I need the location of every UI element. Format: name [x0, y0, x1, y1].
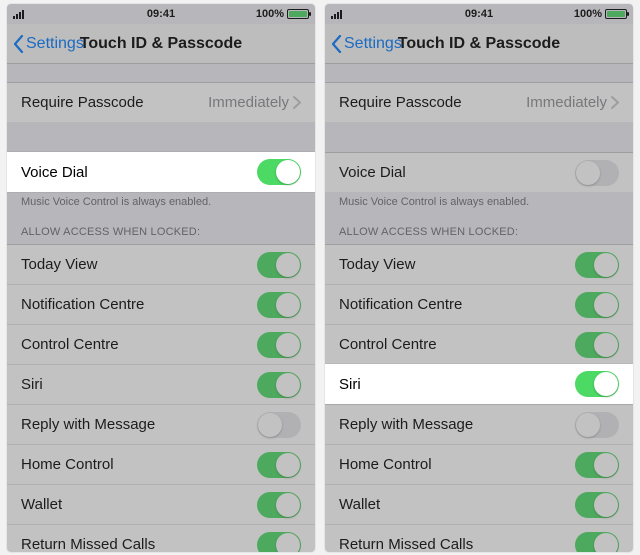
return-missed-calls-toggle[interactable] [575, 532, 619, 553]
voice-dial-toggle[interactable] [575, 160, 619, 186]
battery-icon [605, 9, 627, 19]
notification-centre-row[interactable]: Notification Centre [325, 284, 633, 324]
status-time: 09:41 [401, 8, 557, 20]
require-passcode-row[interactable]: Require Passcode Immediately [325, 82, 633, 122]
signal-icon [13, 10, 24, 19]
voice-dial-note: Music Voice Control is always enabled. [325, 192, 633, 208]
reply-with-message-label: Reply with Message [339, 416, 473, 433]
home-control-toggle[interactable] [257, 452, 301, 478]
signal-icon [331, 10, 342, 19]
home-control-row[interactable]: Home Control [325, 444, 633, 484]
control-centre-row[interactable]: Control Centre [7, 324, 315, 364]
home-control-label: Home Control [339, 456, 432, 473]
control-centre-label: Control Centre [21, 336, 119, 353]
home-control-label: Home Control [21, 456, 114, 473]
require-passcode-row[interactable]: Require Passcode Immediately [7, 82, 315, 122]
today-view-label: Today View [21, 256, 97, 273]
return-missed-calls-row[interactable]: Return Missed Calls [7, 524, 315, 552]
back-label: Settings [344, 35, 402, 53]
reply-with-message-toggle[interactable] [575, 412, 619, 438]
today-view-label: Today View [339, 256, 415, 273]
notification-centre-label: Notification Centre [21, 296, 144, 313]
back-button[interactable]: Settings [13, 35, 84, 53]
home-control-toggle[interactable] [575, 452, 619, 478]
require-passcode-label: Require Passcode [21, 94, 144, 111]
require-passcode-value: Immediately [526, 94, 607, 111]
today-view-toggle[interactable] [257, 252, 301, 278]
battery-pct: 100% [256, 8, 284, 20]
wallet-label: Wallet [339, 496, 380, 513]
notification-centre-row[interactable]: Notification Centre [7, 284, 315, 324]
highlight-label: Voice Dial [21, 164, 88, 181]
highlight-label: Siri [339, 376, 361, 393]
chevron-right-icon [293, 96, 301, 109]
battery-icon [287, 9, 309, 19]
require-passcode-label: Require Passcode [339, 94, 462, 111]
notification-centre-toggle[interactable] [575, 292, 619, 318]
highlight-row[interactable]: Siri [325, 364, 633, 404]
return-missed-calls-row[interactable]: Return Missed Calls [325, 524, 633, 552]
nav-bar: Settings Touch ID & Passcode [7, 24, 315, 64]
notification-centre-toggle[interactable] [257, 292, 301, 318]
chevron-right-icon [611, 96, 619, 109]
home-control-row[interactable]: Home Control [7, 444, 315, 484]
notification-centre-label: Notification Centre [339, 296, 462, 313]
highlight-toggle[interactable] [575, 371, 619, 397]
wallet-toggle[interactable] [257, 492, 301, 518]
today-view-row[interactable]: Today View [7, 244, 315, 284]
siri-label: Siri [21, 376, 43, 393]
reply-with-message-row[interactable]: Reply with Message [325, 404, 633, 444]
control-centre-toggle[interactable] [257, 332, 301, 358]
back-button[interactable]: Settings [331, 35, 402, 53]
control-centre-toggle[interactable] [575, 332, 619, 358]
reply-with-message-toggle[interactable] [257, 412, 301, 438]
highlight-row[interactable]: Voice Dial [7, 152, 315, 192]
require-passcode-value: Immediately [208, 94, 289, 111]
right-screenshot: 09:41 100% Settings Touch ID & Passcode … [325, 4, 633, 552]
chevron-left-icon [13, 35, 24, 53]
reply-with-message-row[interactable]: Reply with Message [7, 404, 315, 444]
voice-dial-row[interactable]: Voice Dial [325, 152, 633, 192]
voice-dial-note: Music Voice Control is always enabled. [7, 192, 315, 208]
chevron-left-icon [331, 35, 342, 53]
control-centre-row[interactable]: Control Centre [325, 324, 633, 364]
status-time: 09:41 [83, 8, 239, 20]
battery-pct: 100% [574, 8, 602, 20]
status-bar: 09:41 100% [7, 4, 315, 24]
wallet-row[interactable]: Wallet [7, 484, 315, 524]
wallet-row[interactable]: Wallet [325, 484, 633, 524]
siri-toggle[interactable] [257, 372, 301, 398]
nav-bar: Settings Touch ID & Passcode [325, 24, 633, 64]
siri-row[interactable]: Siri [7, 364, 315, 404]
back-label: Settings [26, 35, 84, 53]
section-header: ALLOW ACCESS WHEN LOCKED: [325, 208, 633, 244]
left-screenshot: 09:41 100% Settings Touch ID & Passcode … [7, 4, 315, 552]
today-view-row[interactable]: Today View [325, 244, 633, 284]
section-header: ALLOW ACCESS WHEN LOCKED: [7, 208, 315, 244]
highlight-toggle[interactable] [257, 159, 301, 185]
wallet-toggle[interactable] [575, 492, 619, 518]
return-missed-calls-label: Return Missed Calls [339, 536, 473, 552]
status-bar: 09:41 100% [325, 4, 633, 24]
reply-with-message-label: Reply with Message [21, 416, 155, 433]
return-missed-calls-label: Return Missed Calls [21, 536, 155, 552]
return-missed-calls-toggle[interactable] [257, 532, 301, 553]
voice-dial-label: Voice Dial [339, 164, 406, 181]
wallet-label: Wallet [21, 496, 62, 513]
today-view-toggle[interactable] [575, 252, 619, 278]
control-centre-label: Control Centre [339, 336, 437, 353]
